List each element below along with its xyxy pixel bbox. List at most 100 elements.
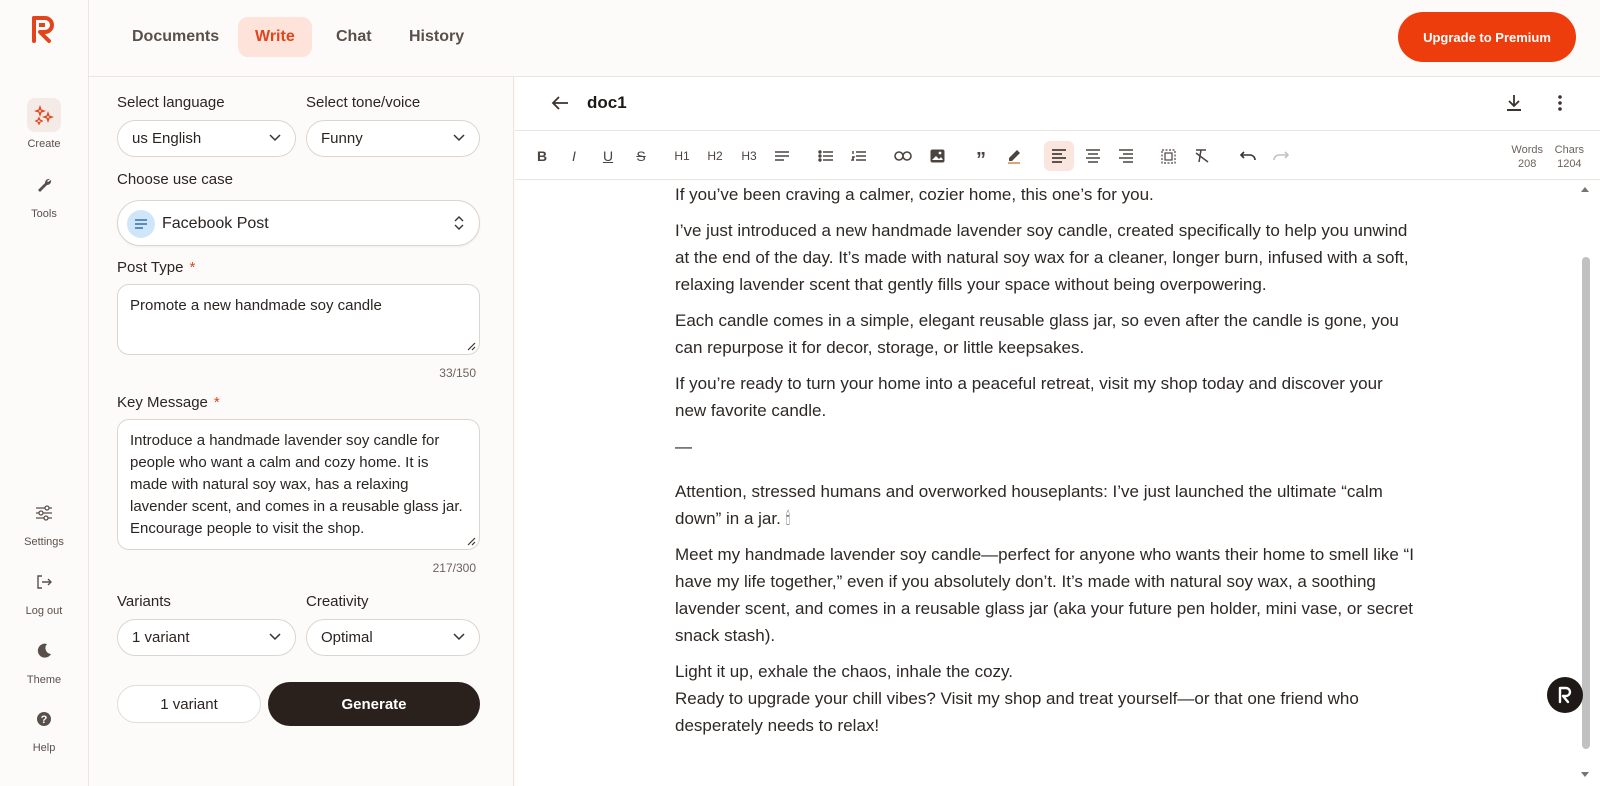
document-header: doc1 — [515, 77, 1600, 131]
h2-button[interactable]: H2 — [702, 141, 728, 171]
sliders-icon — [27, 496, 61, 530]
word-count: Words 208 — [1511, 143, 1543, 171]
rail-create[interactable]: Create — [0, 98, 88, 150]
write-form-panel: Select language Select tone/voice us Eng… — [89, 77, 514, 786]
blockquote-button[interactable]: ” — [968, 141, 994, 171]
italic-icon: I — [572, 148, 576, 164]
tone-select[interactable]: Funny — [306, 120, 480, 157]
document-title[interactable]: doc1 — [587, 93, 627, 113]
usecase-select[interactable]: Facebook Post — [117, 200, 480, 246]
language-select-value: us English — [132, 130, 202, 147]
clear-format-icon — [1195, 149, 1209, 163]
h3-button[interactable]: H3 — [736, 141, 762, 171]
h2-label: H2 — [707, 149, 723, 163]
chevron-down-icon — [269, 134, 281, 142]
variants-select[interactable]: 1 variant — [117, 619, 296, 656]
tone-label: Select tone/voice — [306, 94, 421, 111]
variants-select-value: 1 variant — [132, 629, 190, 646]
document-content[interactable]: If you’ve been craving a calmer, cozier … — [675, 181, 1415, 748]
language-select[interactable]: us English — [117, 120, 296, 157]
rail-logout[interactable]: Log out — [0, 565, 88, 617]
ordered-list-button[interactable] — [846, 141, 872, 171]
post-type-label-text: Post Type — [117, 259, 184, 276]
more-vertical-icon[interactable] — [1557, 93, 1563, 113]
italic-button[interactable]: I — [561, 141, 587, 171]
tab-documents[interactable]: Documents — [115, 17, 236, 57]
back-arrow-icon[interactable] — [550, 94, 570, 112]
app-logo-icon[interactable] — [30, 14, 58, 44]
resize-grip-icon[interactable] — [466, 536, 476, 546]
strikethrough-button[interactable]: S — [628, 141, 654, 171]
required-mark: * — [189, 259, 196, 276]
scroll-down-icon[interactable] — [1580, 771, 1590, 779]
h1-label: H1 — [674, 149, 690, 163]
strikethrough-icon: S — [636, 148, 646, 164]
top-nav: Documents Write Chat History Upgrade to … — [89, 0, 1600, 77]
image-button[interactable] — [924, 141, 950, 171]
chevron-down-icon — [269, 633, 281, 641]
required-mark: * — [213, 394, 220, 411]
post-type-textarea[interactable]: Promote a new handmade soy candle — [117, 284, 480, 355]
key-message-label: Key Message * — [117, 394, 220, 411]
moon-icon — [27, 634, 61, 668]
upgrade-button[interactable]: Upgrade to Premium — [1398, 12, 1576, 62]
redo-button[interactable] — [1268, 141, 1294, 171]
tab-write[interactable]: Write — [238, 17, 312, 57]
underline-icon: U — [602, 148, 614, 164]
highlight-button[interactable] — [1001, 141, 1027, 171]
wrench-icon — [27, 168, 61, 202]
underline-button[interactable]: U — [595, 141, 621, 171]
align-center-button[interactable] — [1080, 141, 1106, 171]
char-count: Chars 1204 — [1555, 143, 1584, 171]
align-left-button[interactable] — [1044, 141, 1074, 171]
post-type-label: Post Type * — [117, 259, 195, 276]
key-message-value: Introduce a handmade lavender soy candle… — [130, 432, 463, 537]
rail-theme[interactable]: Theme — [0, 634, 88, 686]
select-all-button[interactable] — [1155, 141, 1181, 171]
align-right-icon — [1119, 149, 1133, 163]
image-icon — [930, 149, 944, 163]
scrollbar-thumb[interactable] — [1582, 257, 1590, 749]
generate-button[interactable]: Generate — [268, 682, 480, 726]
variant-count-button[interactable]: 1 variant — [117, 685, 261, 723]
quote-icon: ” — [976, 149, 986, 171]
ordered-list-icon — [851, 151, 866, 161]
chevron-down-icon — [453, 134, 465, 142]
paragraph-icon — [775, 151, 789, 161]
key-message-textarea[interactable]: Introduce a handmade lavender soy candle… — [117, 419, 480, 550]
h1-button[interactable]: H1 — [669, 141, 695, 171]
sparkle-icon — [27, 98, 61, 132]
paragraph: I’ve just introduced a new handmade lave… — [675, 221, 1409, 294]
assistant-button[interactable] — [1547, 677, 1583, 713]
download-icon[interactable] — [1505, 93, 1523, 113]
updown-chevron-icon — [454, 216, 464, 230]
tab-history[interactable]: History — [392, 17, 481, 57]
scroll-up-icon[interactable] — [1580, 185, 1590, 193]
tab-chat[interactable]: Chat — [319, 17, 389, 57]
paragraph-button[interactable] — [769, 141, 795, 171]
svg-text:?: ? — [41, 714, 48, 726]
rail-settings[interactable]: Settings — [0, 496, 88, 548]
bold-button[interactable]: B — [529, 141, 555, 171]
usecase-label: Choose use case — [117, 171, 233, 188]
resize-grip-icon[interactable] — [466, 341, 476, 351]
clear-format-button[interactable] — [1189, 141, 1215, 171]
rail-create-label: Create — [27, 138, 61, 150]
bold-icon: B — [536, 148, 548, 164]
rail-help[interactable]: ? Help — [0, 702, 88, 754]
char-count-value: 1204 — [1557, 158, 1582, 170]
undo-button[interactable] — [1235, 141, 1261, 171]
key-message-count: 217/300 — [432, 561, 476, 575]
rail-tools-label: Tools — [31, 208, 57, 220]
creativity-select-value: Optimal — [321, 629, 373, 646]
chevron-down-icon — [453, 633, 465, 641]
bullet-list-button[interactable] — [813, 141, 839, 171]
align-left-icon — [1052, 149, 1066, 163]
tone-select-value: Funny — [321, 130, 363, 147]
align-right-button[interactable] — [1113, 141, 1139, 171]
paragraph: Meet my handmade lavender soy candle—per… — [675, 545, 1414, 645]
link-button[interactable] — [890, 141, 916, 171]
rail-tools[interactable]: Tools — [0, 168, 88, 220]
creativity-select[interactable]: Optimal — [306, 619, 480, 656]
lines-icon — [127, 210, 155, 238]
